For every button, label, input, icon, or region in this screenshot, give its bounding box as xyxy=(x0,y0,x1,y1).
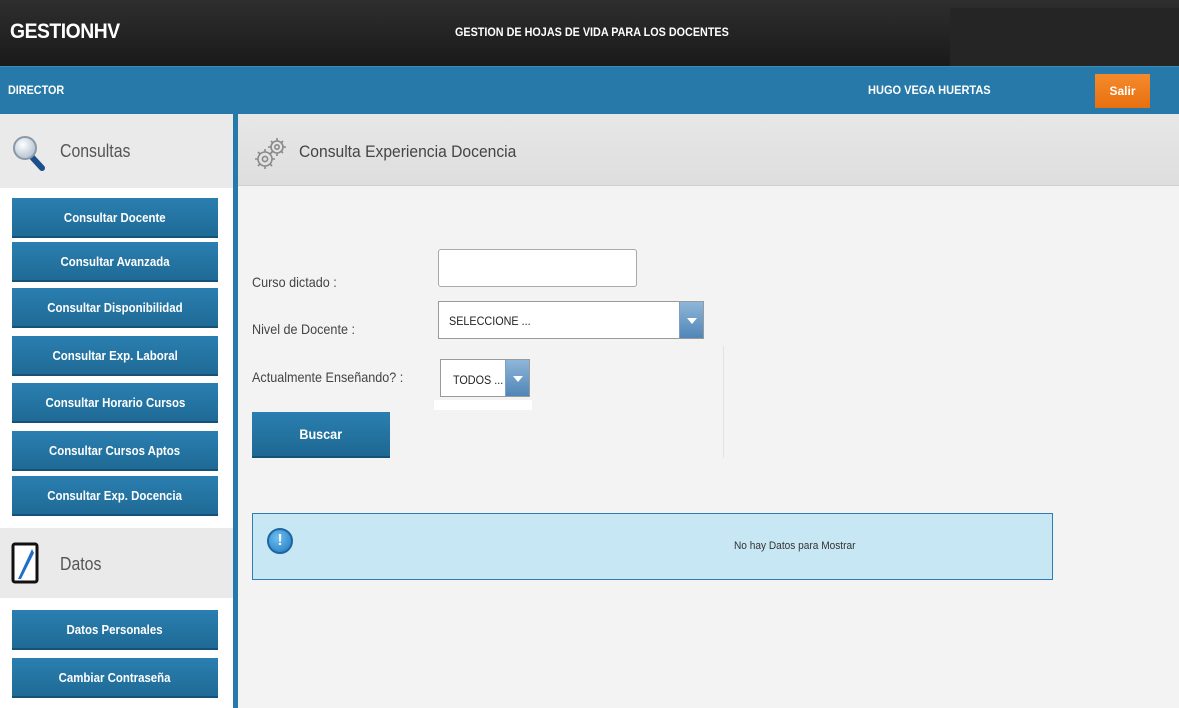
search-button[interactable]: Buscar xyxy=(252,412,390,458)
chevron-down-icon[interactable] xyxy=(505,360,529,396)
sidebar-section-consultas: Consultas xyxy=(0,114,233,188)
sidebar-item-consultar-avanzada[interactable]: Consultar Avanzada xyxy=(12,242,218,282)
app-brand: GESTIONHV xyxy=(10,20,120,43)
sidebar-item-label: Consultar Cursos Aptos xyxy=(49,442,181,458)
select-underline xyxy=(434,400,532,410)
top-bar: GESTIONHV GESTION DE HOJAS DE VIDA PARA … xyxy=(0,0,1179,66)
sidebar-item-consultar-docente[interactable]: Consultar Docente xyxy=(12,198,218,238)
info-message: No hay Datos para Mostrar xyxy=(734,540,856,552)
sidebar-item-cambiar-contrasena[interactable]: Cambiar Contraseña xyxy=(12,658,218,698)
magnifier-icon xyxy=(12,134,46,177)
sidebar-item-consultar-horario-cursos[interactable]: Consultar Horario Cursos xyxy=(12,383,218,423)
top-right-panel xyxy=(950,8,1179,66)
sidebar-item-consultar-exp-docencia[interactable]: Consultar Exp. Docencia xyxy=(12,476,218,516)
info-icon: ! xyxy=(267,528,293,554)
sidebar-item-label: Datos Personales xyxy=(66,621,164,637)
form-divider xyxy=(723,346,724,458)
level-label: Nivel de Docente : xyxy=(252,321,355,337)
teaching-select-value: TODOS ... xyxy=(453,373,504,387)
user-role: DIRECTOR xyxy=(8,83,65,97)
sidebar: Consultas Consultar Docente Consultar Av… xyxy=(0,114,233,708)
teaching-select[interactable]: TODOS ... xyxy=(440,359,530,397)
course-label: Curso dictado : xyxy=(252,274,337,290)
sidebar-item-label: Cambiar Contraseña xyxy=(59,669,171,685)
sidebar-item-datos-personales[interactable]: Datos Personales xyxy=(12,610,218,650)
sidebar-item-label: Consultar Exp. Docencia xyxy=(47,487,183,503)
sidebar-item-label: Consultar Horario Cursos xyxy=(45,394,185,410)
sidebar-item-label: Consultar Docente xyxy=(64,209,166,225)
panel-header: Consulta Experiencia Docencia xyxy=(238,114,1179,186)
role-bar: DIRECTOR HUGO VEGA HUERTAS Salir xyxy=(0,66,1179,114)
app-title: GESTION DE HOJAS DE VIDA PARA LOS DOCENT… xyxy=(455,25,729,39)
info-message-box: ! No hay Datos para Mostrar xyxy=(252,513,1053,580)
sidebar-item-label: Consultar Avanzada xyxy=(60,253,170,269)
sidebar-item-label: Consultar Exp. Laboral xyxy=(52,347,178,363)
sidebar-section-title: Consultas xyxy=(60,141,131,161)
level-select[interactable]: SELECCIONE ... xyxy=(438,301,704,339)
course-input[interactable] xyxy=(438,249,637,287)
user-name: HUGO VEGA HUERTAS xyxy=(868,83,991,97)
sidebar-item-label: Consultar Disponibilidad xyxy=(47,299,183,315)
sidebar-item-consultar-cursos-aptos[interactable]: Consultar Cursos Aptos xyxy=(12,431,218,471)
tablet-pen-icon xyxy=(10,541,40,590)
gears-icon xyxy=(254,136,290,175)
logout-button[interactable]: Salir xyxy=(1095,74,1150,108)
main-panel: Consulta Experiencia Docencia Curso dict… xyxy=(238,114,1179,708)
sidebar-section-title: Datos xyxy=(60,554,102,574)
teaching-label: Actualmente Enseñando? : xyxy=(252,369,404,385)
level-select-value: SELECCIONE ... xyxy=(449,314,531,328)
page-title: Consulta Experiencia Docencia xyxy=(299,142,517,161)
sidebar-item-consultar-disponibilidad[interactable]: Consultar Disponibilidad xyxy=(12,288,218,328)
sidebar-item-consultar-exp-laboral[interactable]: Consultar Exp. Laboral xyxy=(12,336,218,376)
sidebar-section-datos: Datos xyxy=(0,528,233,598)
chevron-down-icon[interactable] xyxy=(679,302,703,338)
search-button-label: Buscar xyxy=(299,426,343,442)
